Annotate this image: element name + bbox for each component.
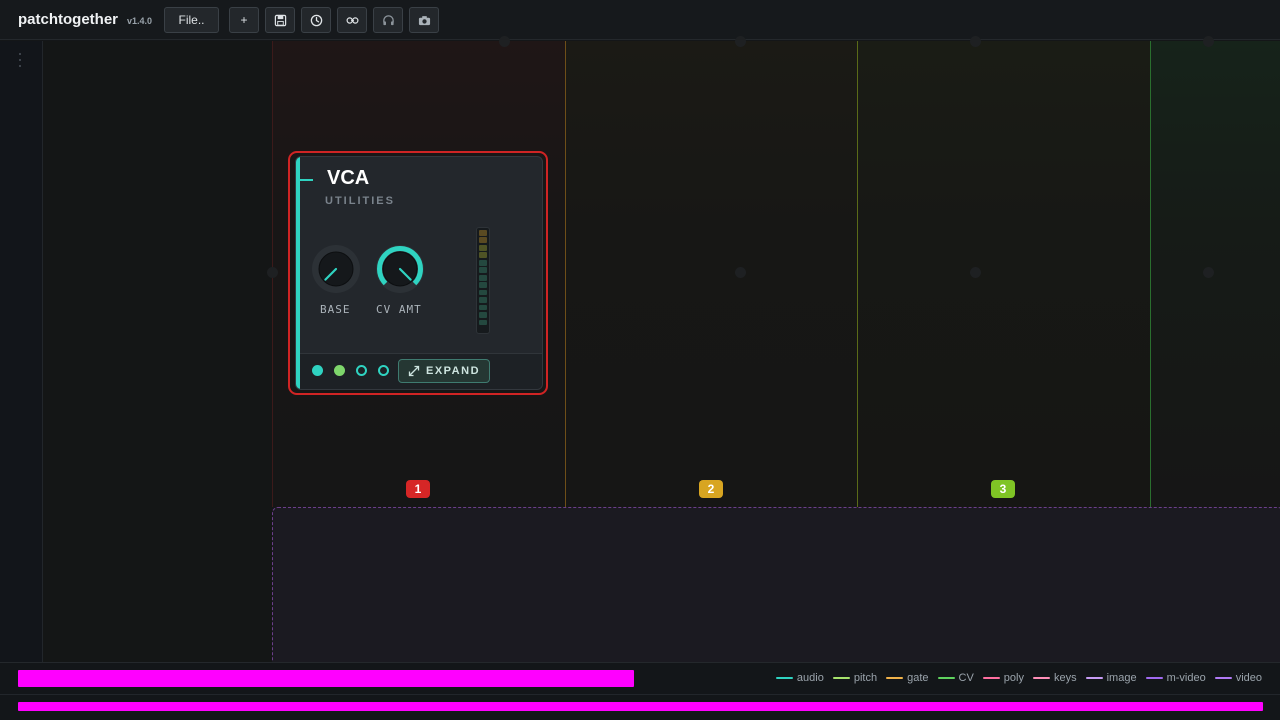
legend-item-poly: poly xyxy=(982,672,1024,684)
legend-swatch xyxy=(1214,677,1232,679)
meter-segment xyxy=(479,282,487,288)
cv-amount-knob-label: CV AMT xyxy=(376,303,422,316)
legend-item-audio: audio xyxy=(775,672,824,684)
canvas-column-3[interactable] xyxy=(857,36,1151,507)
app-version: v1.4.0 xyxy=(127,16,153,26)
column-anchor xyxy=(970,36,981,47)
meter-segment xyxy=(479,259,487,266)
meter-segment xyxy=(479,267,487,274)
legend-item-pitch: pitch xyxy=(832,672,877,684)
link-icon xyxy=(346,16,358,24)
save-button[interactable] xyxy=(265,7,295,33)
column-anchor xyxy=(1203,267,1214,278)
base-knob[interactable] xyxy=(308,241,364,297)
expand-button-label: EXPAND xyxy=(425,365,481,377)
canvas-column-4[interactable] xyxy=(1150,36,1280,507)
legend-swatch xyxy=(1085,677,1103,679)
meter-segment xyxy=(479,252,487,259)
file-menu-button[interactable]: File.. xyxy=(164,7,219,33)
canvas-column-2[interactable] xyxy=(565,36,858,507)
legend-swatch xyxy=(982,677,1000,679)
legend-item-image: image xyxy=(1085,672,1137,684)
cv-input-jack[interactable] xyxy=(334,365,345,376)
history-button[interactable] xyxy=(301,7,331,33)
legend-item-keys: keys xyxy=(1032,672,1077,684)
meter-segment xyxy=(479,230,487,236)
legend-item-video: video xyxy=(1214,672,1262,684)
column-anchor xyxy=(735,267,746,278)
clock-icon xyxy=(310,14,322,26)
audio-input-jack[interactable] xyxy=(312,365,323,376)
column-anchor xyxy=(267,267,278,278)
cable-type-legend: audio pitch gate CV poly keys image m-vi… xyxy=(775,672,1262,684)
module-handle[interactable] xyxy=(300,179,313,181)
meter-segment xyxy=(479,304,487,311)
drag-handle-icon[interactable] xyxy=(19,53,22,71)
column-anchor xyxy=(499,36,510,47)
legend-swatch xyxy=(937,677,955,679)
meter-segment xyxy=(479,289,487,296)
legend-item-cv: CV xyxy=(937,672,974,684)
left-rail xyxy=(0,41,43,662)
column-number-badge: 2 xyxy=(699,480,723,498)
top-toolbar: patchtogether v1.4.0 File.. + xyxy=(0,0,1280,40)
app-title: patchtogether xyxy=(18,11,119,28)
camera-icon xyxy=(418,15,430,25)
cpu-load-bar xyxy=(18,670,634,687)
share-link-button[interactable] xyxy=(337,7,367,33)
legend-swatch xyxy=(1032,677,1050,679)
expand-button[interactable]: EXPAND xyxy=(398,359,490,383)
column-anchor xyxy=(970,267,981,278)
screenshot-button[interactable] xyxy=(409,7,439,33)
expand-icon xyxy=(408,365,420,377)
level-meter xyxy=(476,227,490,334)
save-icon xyxy=(274,14,286,26)
legend-item-gate: gate xyxy=(886,672,929,684)
module-category: UTILITIES xyxy=(325,195,395,207)
add-module-button[interactable]: + xyxy=(229,7,259,33)
divider xyxy=(0,694,1280,695)
legend-swatch xyxy=(832,677,850,679)
column-number-badge: 3 xyxy=(991,480,1015,498)
audio-output-jack-2[interactable] xyxy=(378,365,389,376)
meter-segment xyxy=(479,244,487,251)
audio-output-jack[interactable] xyxy=(356,365,367,376)
vca-module[interactable]: VCA UTILITIES BASE CV AMT EXPAND xyxy=(295,156,543,390)
meter-segment xyxy=(479,319,487,326)
cv-amount-knob[interactable] xyxy=(372,241,428,297)
column-anchor xyxy=(1203,36,1214,47)
base-knob-label: BASE xyxy=(320,303,351,316)
legend-swatch xyxy=(1145,677,1163,679)
module-drop-zone[interactable] xyxy=(272,507,1280,667)
meter-segment xyxy=(479,312,487,318)
legend-item-m-video: m-video xyxy=(1145,672,1206,684)
sidebar-panel xyxy=(43,41,272,662)
legend-swatch xyxy=(886,677,904,679)
meter-segment xyxy=(479,237,487,244)
audio-output-button[interactable] xyxy=(373,7,403,33)
meter-segment xyxy=(479,297,487,303)
legend-swatch xyxy=(775,677,793,679)
column-number-badge: 1 xyxy=(406,480,430,498)
loading-progress-bar xyxy=(18,702,1263,711)
module-title: VCA xyxy=(327,167,370,189)
meter-segment xyxy=(479,274,487,281)
headphones-icon xyxy=(382,14,394,25)
module-footer: EXPAND xyxy=(300,353,542,389)
column-anchor xyxy=(735,36,746,47)
